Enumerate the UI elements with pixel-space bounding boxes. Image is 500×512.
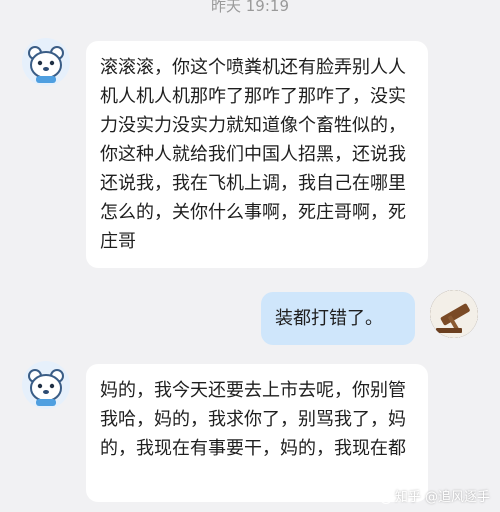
message-bubble-sent[interactable]: 装都打错了。 [261,292,415,345]
robot-bear-avatar-icon[interactable] [22,38,70,86]
robot-bear-avatar-icon[interactable] [22,361,70,409]
message-bubble-received[interactable]: 滚滚滚，你这个喷粪机还有脸弄别人人机人机人机那咋了那咋了那咋了，没实力没实力没实… [86,41,428,268]
message-text: 妈的，我今天还要去上市去呢，你别管我哈，妈的，我求你了，别骂我了，妈的，我现在有… [100,380,406,459]
message-bubble-received[interactable]: 妈的，我今天还要去上市去呢，你别管我哈，妈的，我求你了，别骂我了，妈的，我现在有… [86,364,428,502]
watermark: 知乎 @追风逐手 [379,490,490,506]
gavel-avatar-icon[interactable] [430,290,478,338]
message-text: 装都打错了。 [275,308,383,329]
zhihu-logo-icon [379,492,392,504]
message-text: 滚滚滚，你这个喷粪机还有脸弄别人人机人机人机那咋了那咋了那咋了，没实力没实力没实… [100,57,406,252]
chat-timestamp: 昨天 19:19 [211,0,289,15]
watermark-text: 知乎 @追风逐手 [394,490,490,505]
